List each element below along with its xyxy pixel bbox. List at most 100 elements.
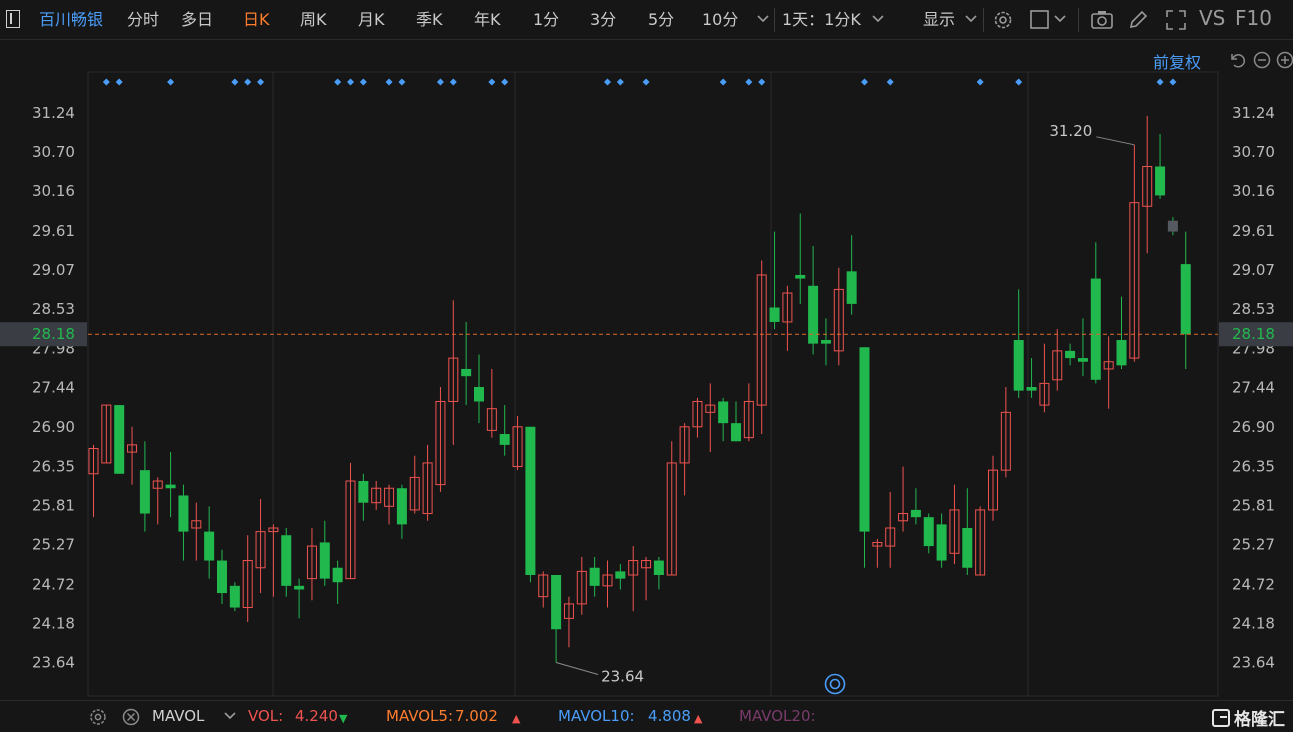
- candle: [576, 556, 587, 615]
- tab-period-4[interactable]: 月K: [358, 10, 385, 30]
- candle: [294, 578, 305, 619]
- candle-body: [294, 585, 305, 590]
- candle: [1052, 329, 1063, 391]
- high-leader-line: [1096, 136, 1135, 146]
- candle-body: [319, 542, 330, 579]
- candlestick-chart[interactable]: 31.2430.7030.1629.6129.0728.5327.9827.44…: [0, 40, 1293, 700]
- tab-period-1[interactable]: 多日: [181, 10, 213, 30]
- tab-period-9[interactable]: 5分: [648, 10, 674, 30]
- candle-body: [229, 585, 240, 608]
- candle: [1167, 217, 1178, 236]
- f10-button[interactable]: F10: [1235, 8, 1272, 28]
- candle: [127, 426, 138, 485]
- y-tick-label: 29.07: [32, 261, 75, 279]
- y-tick-label: 30.16: [32, 182, 75, 200]
- chevron-down-icon[interactable]: [224, 712, 236, 721]
- event-marker: [115, 78, 123, 86]
- candle: [371, 481, 382, 510]
- y-tick-label: 28.53: [1232, 300, 1275, 318]
- candle: [731, 401, 741, 442]
- event-marker: [167, 78, 175, 86]
- y-tick-label: 25.27: [32, 536, 75, 554]
- event-marker: [1015, 78, 1023, 86]
- indicator-bar: MAVOL VOL: 4.240 ▼ MAVOL5: 7.002 ▲ MAVOL…: [0, 700, 1293, 732]
- y-axis-right: 31.2430.7030.1629.6129.0728.5327.9827.44…: [1232, 104, 1275, 671]
- close-icon[interactable]: [121, 707, 141, 727]
- tab-period-6[interactable]: 年K: [474, 10, 501, 30]
- y-tick-label: 23.64: [1232, 653, 1275, 671]
- current-price-label-left: 28.18: [32, 325, 75, 343]
- y-tick-label: 24.72: [1232, 575, 1275, 593]
- candle-body: [1026, 387, 1037, 391]
- high-price-label: 31.20: [1049, 122, 1092, 140]
- candle-body: [731, 423, 741, 442]
- event-marker: [102, 78, 110, 86]
- vs-button[interactable]: VS: [1199, 8, 1225, 28]
- candle: [486, 368, 497, 438]
- candle: [538, 571, 549, 608]
- tab-period-0[interactable]: 分时: [127, 10, 159, 30]
- stock-name[interactable]: 百川畅银: [39, 10, 103, 30]
- tab-period-2-active[interactable]: 日K: [243, 10, 270, 30]
- gear-icon[interactable]: [88, 707, 108, 727]
- candle-body: [1167, 220, 1178, 232]
- interval-select[interactable]: 1天：1分K: [782, 10, 861, 30]
- camera-icon[interactable]: [1090, 9, 1114, 31]
- event-marker: [1156, 78, 1164, 86]
- candle-body: [165, 484, 176, 489]
- y-tick-label: 27.44: [32, 379, 75, 397]
- candle-body: [396, 488, 407, 525]
- candle: [898, 466, 909, 532]
- tab-period-5[interactable]: 季K: [416, 10, 443, 30]
- candle-body: [499, 434, 510, 445]
- candle: [795, 213, 806, 304]
- y-tick-label: 25.81: [32, 497, 75, 515]
- y-tick-label: 31.24: [1232, 104, 1275, 122]
- candle-body: [281, 535, 292, 586]
- y-tick-label: 30.70: [1232, 143, 1275, 161]
- tab-period-10[interactable]: 10分: [702, 10, 738, 30]
- candle-body: [332, 567, 343, 583]
- candle: [448, 300, 459, 445]
- candle: [949, 484, 960, 565]
- candle: [165, 452, 176, 518]
- chevron-down-icon[interactable]: [965, 15, 977, 24]
- event-marker: [719, 78, 727, 86]
- candle: [743, 383, 754, 442]
- tab-period-7[interactable]: 1分: [533, 10, 559, 30]
- window-icon[interactable]: [6, 10, 20, 28]
- indicator-name[interactable]: MAVOL: [152, 707, 204, 725]
- y-axis-left: 31.2430.7030.1629.6129.0728.5327.9827.44…: [32, 104, 75, 671]
- candle: [191, 502, 202, 561]
- fullscreen-icon[interactable]: [1165, 9, 1187, 31]
- candle: [641, 556, 652, 601]
- brand-name: 格隆汇: [1234, 710, 1285, 730]
- event-marker: [1169, 78, 1177, 86]
- divider: [983, 8, 984, 32]
- candle: [525, 426, 536, 583]
- tab-period-3[interactable]: 周K: [300, 10, 327, 30]
- pencil-icon[interactable]: [1127, 9, 1149, 31]
- locate-icon[interactable]: [824, 673, 846, 695]
- square-icon[interactable]: [1029, 9, 1051, 31]
- display-menu[interactable]: 显示: [923, 10, 955, 30]
- candle: [988, 455, 998, 521]
- y-tick-label: 26.35: [1232, 458, 1275, 476]
- candle: [679, 423, 690, 496]
- candle: [242, 535, 253, 622]
- tab-period-8[interactable]: 3分: [590, 10, 616, 30]
- y-tick-label: 23.64: [32, 653, 75, 671]
- chevron-down-icon[interactable]: [872, 15, 884, 24]
- mavol20-label: MAVOL20:: [739, 707, 816, 725]
- candle: [615, 564, 626, 590]
- chevron-down-icon[interactable]: [757, 15, 769, 24]
- chevron-down-icon[interactable]: [1054, 15, 1066, 24]
- low-price-label: 23.64: [601, 667, 644, 685]
- candle-body: [923, 517, 934, 547]
- candle: [114, 405, 125, 474]
- candle-body: [1180, 264, 1191, 335]
- candle-body: [1065, 350, 1076, 359]
- candle: [1000, 387, 1011, 478]
- gear-icon[interactable]: [992, 9, 1014, 31]
- candle-body: [859, 347, 870, 532]
